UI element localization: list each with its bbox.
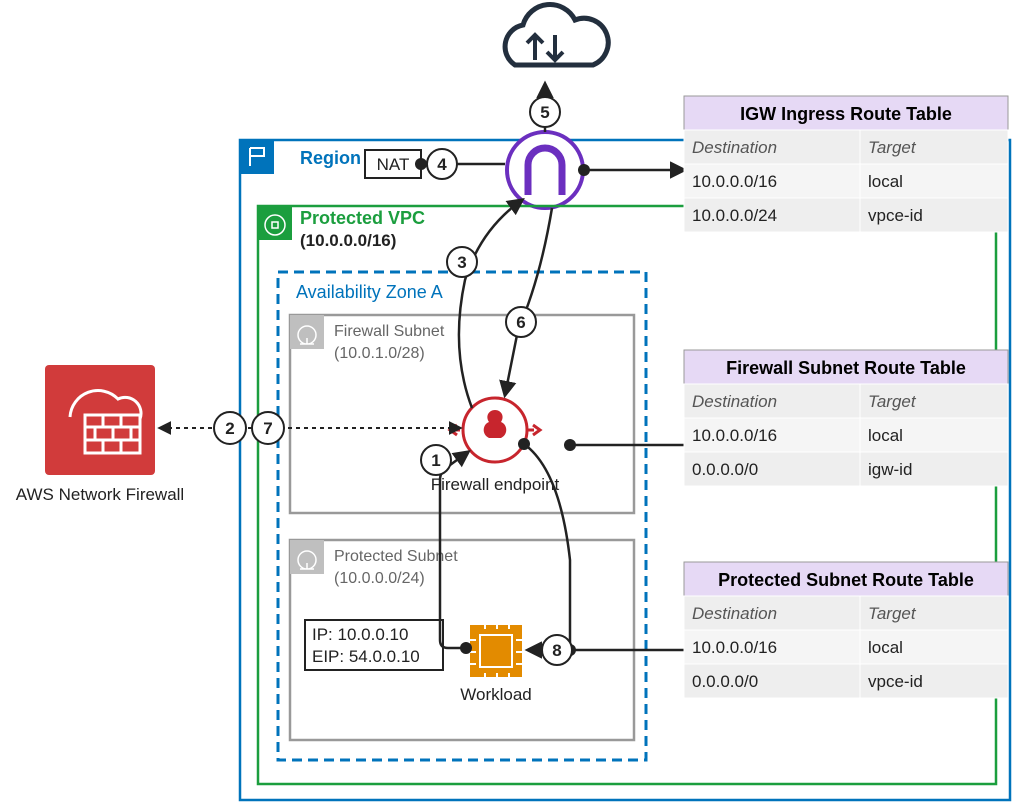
igw-icon bbox=[507, 132, 583, 208]
svg-text:5: 5 bbox=[540, 103, 549, 122]
prot-route-table: Protected Subnet Route Table Destination… bbox=[684, 562, 1008, 698]
workload-eip: EIP: 54.0.0.10 bbox=[312, 647, 420, 666]
svg-text:6: 6 bbox=[516, 313, 525, 332]
fw-subnet-name: Firewall Subnet bbox=[334, 323, 445, 340]
igw-route-table: IGW Ingress Route Table Destination Targe… bbox=[684, 96, 1008, 232]
az-label: Availability Zone A bbox=[296, 282, 443, 302]
fw-endpoint-label: Firewall endpoint bbox=[431, 475, 560, 494]
workload-icon bbox=[470, 623, 522, 679]
svg-text:vpce-id: vpce-id bbox=[868, 206, 923, 225]
svg-text:10.0.0.0/16: 10.0.0.0/16 bbox=[692, 426, 777, 445]
svg-text:IGW Ingress Route Table: IGW Ingress Route Table bbox=[740, 104, 952, 124]
flow-6 bbox=[505, 208, 552, 395]
flow-3 bbox=[459, 200, 522, 408]
svg-text:Protected Subnet Route Table: Protected Subnet Route Table bbox=[718, 570, 974, 590]
fw-route-table: Firewall Subnet Route Table Destination T… bbox=[684, 350, 1008, 486]
svg-text:2: 2 bbox=[225, 419, 234, 438]
svg-text:Destination: Destination bbox=[692, 138, 777, 157]
svg-text:Target: Target bbox=[868, 392, 917, 411]
vpc-cidr: (10.0.0.0/16) bbox=[300, 231, 396, 250]
svg-text:local: local bbox=[868, 172, 903, 191]
svg-text:0.0.0.0/0: 0.0.0.0/0 bbox=[692, 460, 758, 479]
svg-text:Target: Target bbox=[868, 604, 917, 623]
workload-ip: IP: 10.0.0.10 bbox=[312, 625, 408, 644]
svg-text:3: 3 bbox=[457, 253, 466, 272]
fw-subnet-cidr: (10.0.1.0/28) bbox=[334, 345, 425, 362]
svg-text:Destination: Destination bbox=[692, 604, 777, 623]
svg-text:Target: Target bbox=[868, 138, 917, 157]
svg-text:10.0.0.0/24: 10.0.0.0/24 bbox=[692, 206, 777, 225]
aws-nfw-label: AWS Network Firewall bbox=[16, 485, 184, 504]
svg-text:7: 7 bbox=[263, 419, 272, 438]
prot-subnet-cidr: (10.0.0.0/24) bbox=[334, 570, 425, 587]
svg-text:Firewall Subnet Route Table: Firewall Subnet Route Table bbox=[726, 358, 966, 378]
svg-text:local: local bbox=[868, 638, 903, 657]
svg-text:0.0.0.0/0: 0.0.0.0/0 bbox=[692, 672, 758, 691]
vpc-name: Protected VPC bbox=[300, 208, 425, 228]
architecture-diagram: Region NAT Protected VPC (10.0.0.0/16) A… bbox=[0, 0, 1024, 808]
svg-text:10.0.0.0/16: 10.0.0.0/16 bbox=[692, 172, 777, 191]
svg-text:4: 4 bbox=[437, 155, 447, 174]
nat-label: NAT bbox=[377, 155, 410, 174]
svg-text:igw-id: igw-id bbox=[868, 460, 912, 479]
svg-text:1: 1 bbox=[431, 451, 440, 470]
svg-text:10.0.0.0/16: 10.0.0.0/16 bbox=[692, 638, 777, 657]
svg-text:8: 8 bbox=[552, 641, 561, 660]
svg-text:local: local bbox=[868, 426, 903, 445]
workload-label: Workload bbox=[460, 685, 532, 704]
svg-text:Destination: Destination bbox=[692, 392, 777, 411]
firewall-endpoint-icon bbox=[450, 398, 540, 462]
cloud-icon bbox=[505, 5, 608, 65]
svg-text:vpce-id: vpce-id bbox=[868, 672, 923, 691]
region-label: Region bbox=[300, 148, 361, 168]
